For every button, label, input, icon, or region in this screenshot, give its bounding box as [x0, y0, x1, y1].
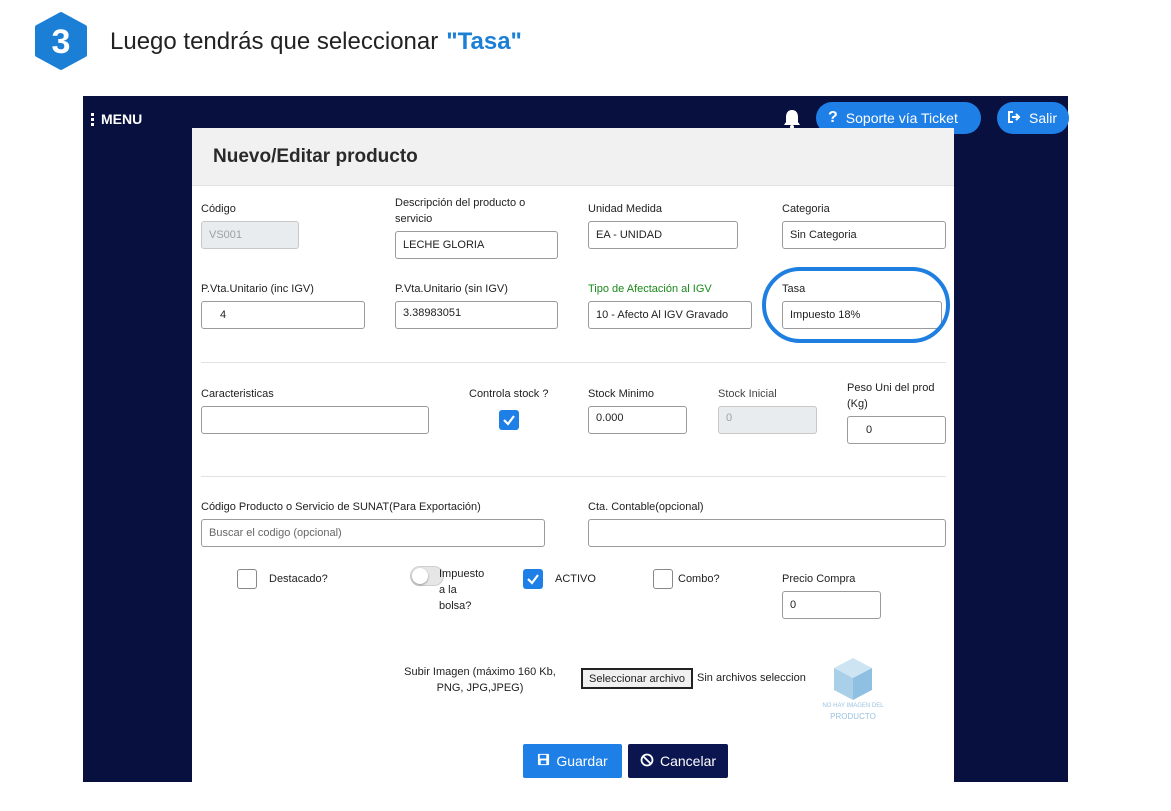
save-label: Guardar: [556, 753, 608, 769]
ban-icon: [640, 753, 654, 770]
pvta-sin-label: P.Vta.Unitario (sin IGV): [395, 283, 508, 295]
controla-stock-label: Controla stock ?: [469, 388, 549, 400]
logout-icon: [1007, 110, 1021, 127]
bell-icon[interactable]: [782, 108, 802, 130]
destacado-label: Destacado?: [269, 573, 328, 585]
step-instruction-text: Luego tendrás que seleccionar: [110, 28, 439, 55]
codigo-label: Código: [201, 203, 236, 215]
support-ticket-label: Soporte vía Ticket: [845, 110, 958, 126]
cancel-button[interactable]: Cancelar: [628, 744, 728, 778]
precio-compra-label: Precio Compra: [782, 573, 856, 585]
unidad-label: Unidad Medida: [588, 203, 662, 215]
divider: [201, 476, 946, 477]
codigo-field: VS001: [201, 221, 299, 249]
impuesto-bolsa-label: Impuesto a la bolsa?: [439, 568, 485, 612]
combo-label: Combo?: [678, 573, 720, 585]
afectacion-select[interactable]: 10 - Afecto Al IGV Gravado: [588, 301, 752, 329]
step-instruction: Luego tendrás que seleccionar "Tasa": [110, 28, 522, 56]
descripcion-field[interactable]: LECHE GLORIA: [395, 231, 558, 259]
cta-contable-field[interactable]: [588, 519, 946, 547]
activo-checkbox[interactable]: [523, 569, 543, 589]
no-image-caption-1: NO HAY IMAGEN DEL: [822, 703, 884, 709]
peso-label: Peso Uni del prod (Kg): [847, 382, 935, 410]
question-icon: ?: [828, 109, 838, 126]
pvta-inc-field[interactable]: 4: [201, 301, 365, 329]
step-number: 3: [52, 23, 71, 61]
logout-button[interactable]: Salir: [997, 102, 1069, 134]
divider: [201, 362, 946, 363]
cancel-label: Cancelar: [659, 753, 717, 769]
cta-contable-label: Cta. Contable(opcional): [588, 501, 704, 513]
tasa-highlight-circle: [762, 267, 950, 343]
modal-title: Nuevo/Editar producto: [213, 146, 418, 167]
logout-label: Salir: [1029, 110, 1058, 126]
menu-label: MENU: [101, 111, 143, 127]
caracteristicas-field[interactable]: [201, 406, 429, 434]
pvta-sin-field[interactable]: 3.38983051: [395, 301, 558, 329]
no-image-caption-2: PRODUCTO: [830, 712, 876, 721]
descripcion-label: Descripción del producto o servicio: [395, 197, 526, 225]
no-image-box-icon: [832, 656, 874, 702]
file-status: Sin archivos seleccion: [697, 672, 806, 684]
combo-checkbox[interactable]: [653, 569, 673, 589]
save-button[interactable]: Guardar: [523, 744, 622, 778]
stock-inicial-field: 0: [718, 406, 817, 434]
categoria-select[interactable]: Sin Categoria: [782, 221, 946, 249]
menu-dots-icon: [91, 112, 94, 126]
unidad-select[interactable]: EA - UNIDAD: [588, 221, 738, 249]
stock-minimo-label: Stock Minimo: [588, 388, 655, 400]
menu-button[interactable]: MENU: [91, 111, 142, 127]
codigo-sunat-field[interactable]: Buscar el codigo (opcional): [201, 519, 545, 547]
peso-field[interactable]: 0: [847, 416, 946, 444]
floppy-icon: [537, 753, 550, 769]
precio-compra-field[interactable]: 0: [782, 591, 881, 619]
step-number-badge: 3: [32, 12, 90, 70]
codigo-sunat-label: Código Producto o Servicio de SUNAT(Para…: [201, 501, 481, 513]
step-highlight: "Tasa": [446, 28, 522, 55]
categoria-label: Categoria: [782, 203, 830, 215]
stock-inicial-label: Stock Inicial: [718, 388, 777, 400]
stock-minimo-field[interactable]: 0.000: [588, 406, 687, 434]
upload-label: Subir Imagen (máximo 160 Kb, PNG, JPG,JP…: [404, 666, 556, 694]
destacado-checkbox[interactable]: [237, 569, 257, 589]
caracteristicas-label: Caracteristicas: [201, 388, 274, 400]
pvta-inc-label: P.Vta.Unitario (inc IGV): [201, 283, 314, 295]
file-select-button[interactable]: Seleccionar archivo: [581, 668, 693, 689]
activo-label: ACTIVO: [555, 573, 596, 585]
afectacion-label: Tipo de Afectación al IGV: [588, 283, 712, 295]
controla-stock-checkbox[interactable]: [499, 410, 519, 430]
